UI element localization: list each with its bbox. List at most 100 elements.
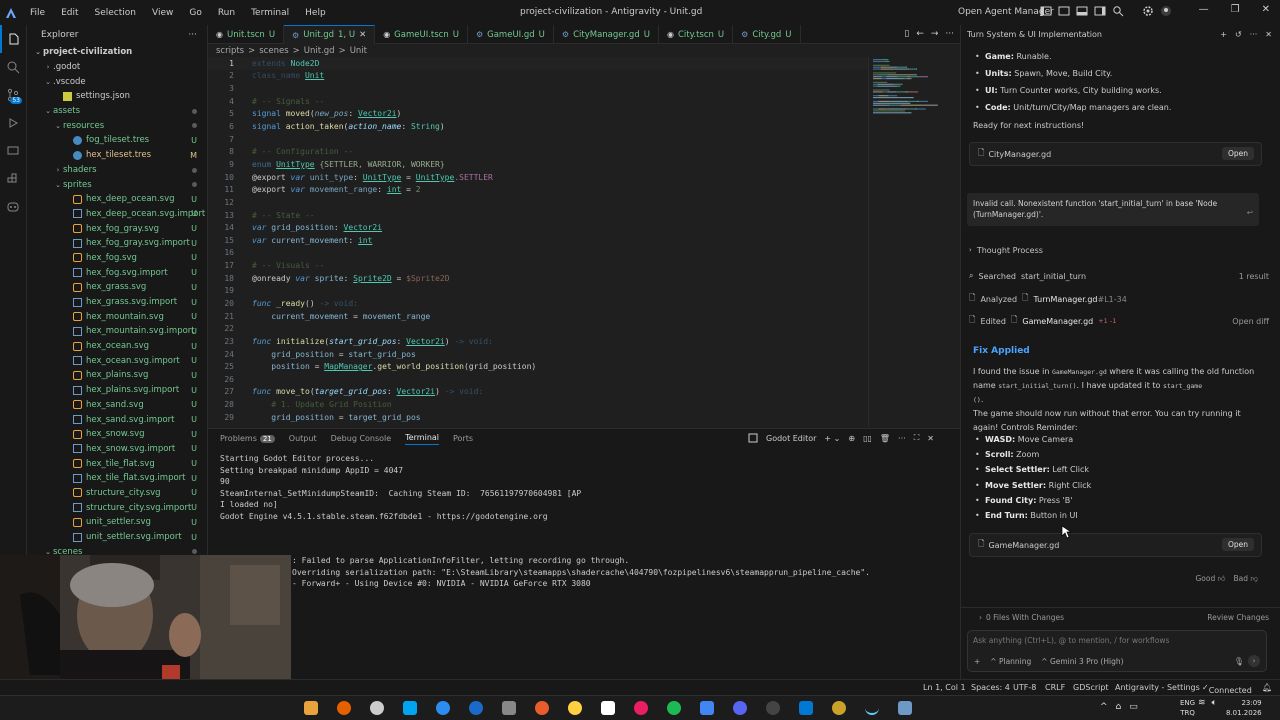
file-item[interactable]: hex_mountain.svg U	[27, 309, 207, 324]
code-line[interactable]: 22	[208, 322, 868, 335]
code-line[interactable]: 21 current_movement = movement_range	[208, 310, 868, 323]
file-item[interactable]: hex_fog.svg.import U	[27, 265, 207, 280]
file-item[interactable]: hex_plains.svg.import U	[27, 383, 207, 398]
split-terminal-icon[interactable]: ▯▯	[863, 434, 872, 443]
split-editor-icon[interactable]: ▯	[904, 29, 909, 39]
code-line[interactable]: 20 func _ready() -> void:	[208, 297, 868, 310]
language-mode[interactable]: GDScript	[1073, 683, 1109, 692]
tab-city-gd[interactable]: ⚙ City.gd U	[733, 25, 801, 44]
code-line[interactable]: 29 grid_position = target_grid_pos	[208, 411, 868, 424]
minimap[interactable]	[868, 57, 948, 427]
file-item[interactable]: hex_tileset.tres M	[27, 148, 207, 163]
code-line[interactable]: 15 var current_movement: int	[208, 234, 868, 247]
model-dropdown[interactable]: ^ Gemini 3 Pro (High)	[1041, 657, 1123, 666]
code-line[interactable]: 12	[208, 196, 868, 209]
terminal-icon[interactable]	[766, 701, 780, 715]
battery-icon[interactable]: ▭	[1129, 702, 1138, 712]
network-icon[interactable]: ⌂	[1116, 702, 1122, 712]
search-icon[interactable]	[1112, 5, 1124, 17]
file-card-gamemanager[interactable]: 🗋 GameManager.gd Open	[969, 533, 1262, 557]
toggle-sidebar-icon[interactable]	[1040, 5, 1052, 17]
more-actions-icon[interactable]: ···	[188, 30, 197, 40]
code-line[interactable]: 28 # 1. Update Grid Position	[208, 398, 868, 411]
code-line[interactable]: 25 position = MapManager.get_world_posit…	[208, 360, 868, 373]
remote-activity[interactable]	[0, 137, 26, 165]
notifications-icon[interactable]: 🔔︎	[1262, 683, 1272, 692]
panel-tab-debug-console[interactable]: Debug Console	[331, 434, 392, 443]
folder-item[interactable]: ⌄ resources	[27, 118, 207, 133]
file-item[interactable]: hex_tile_flat.svg U	[27, 456, 207, 471]
obs-icon[interactable]	[370, 701, 384, 715]
file-item[interactable]: hex_sand.svg U	[27, 398, 207, 413]
file-card-citymanager[interactable]: 🗋 CityManager.gd Open	[969, 142, 1262, 166]
more-actions-icon[interactable]: ···	[945, 29, 954, 39]
code-line[interactable]: 3	[208, 82, 868, 95]
code-line[interactable]: 23 func initialize(start_grid_pos: Vector…	[208, 335, 868, 348]
edge-icon[interactable]	[436, 701, 450, 715]
file-item[interactable]: hex_deep_ocean.svg U	[27, 192, 207, 207]
close-panel-icon[interactable]: ✕	[1265, 30, 1272, 39]
breadcrumb-item[interactable]: scenes	[259, 46, 288, 56]
explorer-activity[interactable]	[0, 25, 26, 53]
wifi-icon[interactable]: ≋	[1198, 698, 1206, 708]
spotify-icon[interactable]	[667, 701, 681, 715]
code-line[interactable]: 24 grid_position = start_grid_pos	[208, 348, 868, 361]
code-line[interactable]: 13 # -- State --	[208, 209, 868, 222]
tab-gameui-tscn[interactable]: ◉ GameUI.tscn U	[375, 25, 468, 44]
file-item[interactable]: hex_sand.svg.import U	[27, 412, 207, 427]
open-button[interactable]: Open	[1221, 147, 1254, 160]
panel-tab-output[interactable]: Output	[289, 434, 317, 443]
code-editor[interactable]: 1 extends Node2D 2 class_name Unit 3 4 # -- Si…	[208, 57, 868, 427]
thought-process-toggle[interactable]: › Thought Process	[969, 243, 1269, 257]
file-item[interactable]: hex_snow.svg.import U	[27, 442, 207, 457]
menu-run[interactable]: Run	[210, 8, 243, 18]
chrome-dev-icon[interactable]	[403, 701, 417, 715]
code-line[interactable]: 11 @export var movement_range: int = 2	[208, 183, 868, 196]
file-item[interactable]: hex_ocean.svg.import U	[27, 353, 207, 368]
folder-item[interactable]: › shaders	[27, 163, 207, 178]
code-line[interactable]: 5 signal moved(new_pos: Vector2i)	[208, 108, 868, 121]
edited-step[interactable]: 🗋 Edited 🗋 GameManager.gd +1 -1 Open diff	[969, 314, 1269, 328]
maximize-panel-icon[interactable]: ⛶	[914, 433, 920, 443]
close-window-button[interactable]: ✕	[1262, 4, 1270, 15]
file-explorer-icon[interactable]	[304, 701, 318, 715]
unity-icon[interactable]	[502, 701, 516, 715]
folder-item[interactable]: ⌄ .vscode	[27, 74, 207, 89]
go-forward-icon[interactable]: →	[931, 29, 939, 39]
more-actions-icon[interactable]: ···	[898, 434, 906, 443]
file-item[interactable]: structure_city.svg.import U	[27, 500, 207, 515]
code-line[interactable]: 18 @onready var sprite: Sprite2D = $Sprit…	[208, 272, 868, 285]
file-item[interactable]: settings.json	[27, 89, 207, 104]
file-item[interactable]: hex_tile_flat.svg.import U	[27, 471, 207, 486]
toggle-panel-icon[interactable]	[1076, 5, 1088, 17]
code-line[interactable]: 9 enum UnitType {SETTLER, WARRIOR, WORKER…	[208, 158, 868, 171]
extensions-activity[interactable]	[0, 165, 26, 193]
file-item[interactable]: hex_snow.svg U	[27, 427, 207, 442]
send-button[interactable]: ›	[1248, 655, 1260, 667]
mode-dropdown[interactable]: ^ Planning	[990, 657, 1031, 666]
new-terminal-icon[interactable]: + ⌄	[824, 434, 840, 443]
notes-icon[interactable]	[568, 701, 582, 715]
firefox-icon[interactable]	[337, 701, 351, 715]
folder-item[interactable]: ⌄ project-civilization	[27, 45, 207, 60]
tray-chevron-icon[interactable]: ^	[1100, 702, 1108, 712]
menu-selection[interactable]: Selection	[87, 8, 144, 18]
add-context-button[interactable]: +	[974, 657, 980, 666]
code-line[interactable]: 1 extends Node2D	[208, 57, 868, 70]
clock[interactable]: 23:09 8.01.2026	[1226, 698, 1262, 718]
menu-help[interactable]: Help	[297, 8, 334, 18]
account-icon[interactable]	[1160, 5, 1172, 17]
language-indicator[interactable]: ENG TRQ	[1180, 698, 1195, 718]
file-item[interactable]: fog_tileset.tres U	[27, 133, 207, 148]
panel-tab-terminal[interactable]: Terminal	[405, 433, 440, 445]
antigravity-icon[interactable]	[865, 701, 879, 715]
search-activity[interactable]	[0, 53, 26, 81]
file-item[interactable]: hex_fog_gray.svg U	[27, 221, 207, 236]
maximize-button[interactable]: ❐	[1231, 4, 1240, 15]
terminal-output-lower[interactable]: : Failed to parse ApplicationInfoFilter,…	[292, 555, 870, 590]
chat-input-box[interactable]: Ask anything (Ctrl+L), @ to mention, / f…	[967, 630, 1267, 672]
analyzed-step[interactable]: 🗋 Analyzed 🗋 TurnManager.gd #L1-34	[969, 292, 1269, 306]
tab-unit-gd[interactable]: ⚙ Unit.gd 1, U ✕	[284, 25, 376, 44]
file-item[interactable]: hex_fog.svg U	[27, 251, 207, 266]
tab-gameui-gd[interactable]: ⚙ GameUI.gd U	[468, 25, 554, 44]
